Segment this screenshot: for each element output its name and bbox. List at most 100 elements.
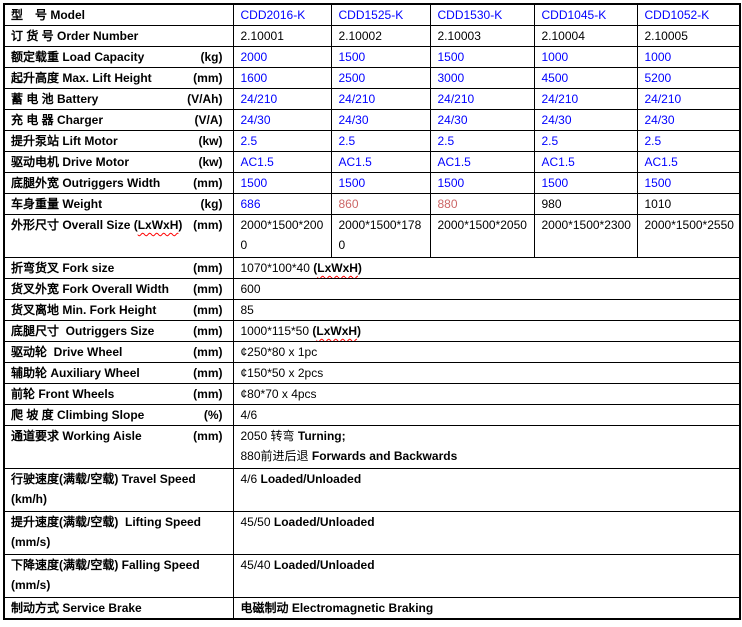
row-label-text: 起升高度 Max. Lift Height [11,68,152,88]
spec-value-cell: 1600 [233,68,331,89]
row-unit: (kw) [199,152,233,172]
row-unit: (kg) [201,194,233,214]
text-segment: CDD1525-K [339,8,404,22]
text-segment: ) [178,218,182,232]
spec-value-cell: 2000*1500*1780 [331,215,430,258]
spec-value-cell: 2.10005 [637,26,740,47]
value-line: 2050 转弯 Turning; [241,426,737,446]
text-segment: 1000*115*50 [241,324,313,338]
text-segment: 880前进后退 [241,449,312,463]
spec-value-cell: ¢80*70 x 4pcs [233,384,740,405]
row-label: 充 电 器 Charger(V/A) [4,110,233,131]
text-segment: 额定载重 Load Capacity [11,50,144,64]
row-label-text: 货叉离地 Min. Fork Height [11,300,156,320]
text-segment: 2000*1500*2000 [241,218,324,252]
spec-value-cell: 2.5 [233,131,331,152]
table-row: 车身重量 Weight(kg)6868608809801010 [4,194,740,215]
spellcheck-flagged-text: LxWxH [138,218,179,232]
text-segment: ¢150*50 x 2pcs [241,366,324,380]
text-segment: 1500 [438,176,465,190]
table-row: 外形尺寸 Overall Size (LxWxH)(mm)2000*1500*2… [4,215,740,258]
spec-value-cell: ¢250*80 x 1pc [233,342,740,363]
text-segment: 45/50 [241,515,274,529]
spec-value-cell: CDD1052-K [637,4,740,26]
spec-table-body: 型 号 ModelCDD2016-KCDD1525-KCDD1530-KCDD1… [4,4,740,619]
text-segment: 2.10001 [241,29,284,43]
spec-value-cell: 85 [233,300,740,321]
row-label-line: 订 货 号 Order Number [11,26,233,46]
spec-value-cell: 电磁制动 Electromagnetic Braking [233,598,740,620]
spec-value-cell: AC1.5 [331,152,430,173]
table-row: 折弯货叉 Fork size(mm)1070*100*40 (LxWxH) [4,258,740,279]
text-segment: 24/30 [241,113,271,127]
row-label: 通道要求 Working Aisle(mm) [4,426,233,469]
row-label-text: 货叉外宽 Fork Overall Width [11,279,169,299]
row-label-text: 驱动电机 Drive Motor [11,152,129,172]
text-segment: 1500 [339,50,366,64]
text-segment: 起升高度 Max. Lift Height [11,71,152,85]
row-unit: (mm) [193,68,232,88]
text-segment: 600 [241,282,261,296]
text-segment: 驱动轮 Drive Wheel [11,345,122,359]
text-segment: AC1.5 [542,155,575,169]
table-row: 额定载重 Load Capacity(kg) 2000 1500 1500 100010… [4,47,740,68]
spec-value-cell: 4/6 Loaded/Unloaded [233,469,740,512]
spec-value-cell: 2.10002 [331,26,430,47]
row-label: 驱动轮 Drive Wheel (mm) [4,342,233,363]
spec-value-cell: 1000 [637,47,740,68]
spec-value-cell: 2.5 [430,131,534,152]
row-label: 前轮 Front Wheels(mm) [4,384,233,405]
spec-value-cell: 1000 [534,47,637,68]
text-segment: 2.5 [438,134,455,148]
row-label-line: 行驶速度(满载/空载) Travel Speed [11,469,233,489]
table-row: 驱动轮 Drive Wheel (mm)¢250*80 x 1pc [4,342,740,363]
row-label-line: 型 号 Model [11,5,233,25]
value-line: 4/6 Loaded/Unloaded [241,469,737,489]
row-label: 货叉外宽 Fork Overall Width(mm) [4,279,233,300]
text-segment: Turning; [298,429,346,443]
spec-value-cell: 24/210 [233,89,331,110]
text-segment: 3000 [438,71,465,85]
row-label-text: 驱动轮 Drive Wheel [11,342,122,362]
table-row: 起升高度 Max. Lift Height(mm)160025003000450… [4,68,740,89]
text-segment: CDD2016-K [241,8,306,22]
text-segment: 2000 [241,50,268,64]
text-segment: 4500 [542,71,569,85]
row-label-text: 折弯货叉 Fork size [11,258,114,278]
row-unit: (mm/s) [11,532,233,552]
row-unit: (mm) [193,342,232,362]
text-segment: 前轮 Front Wheels [11,387,114,401]
value-line: 1070*100*40 (LxWxH) [241,258,737,278]
row-label: 额定载重 Load Capacity(kg) [4,47,233,68]
spellcheck-flagged-text: LxWxH [316,324,357,338]
row-label-line: 底腿尺寸 Outriggers Size(mm) [11,321,233,341]
row-label: 蓄 电 池 Battery(V/Ah) [4,89,233,110]
row-label: 提升速度(满载/空载) Lifting Speed(mm/s) [4,512,233,555]
spec-value-cell: 5200 [637,68,740,89]
row-label: 下降速度(满载/空载) Falling Speed(mm/s) [4,555,233,598]
spec-value-cell: 2.10004 [534,26,637,47]
text-segment: 2.5 [645,134,662,148]
spec-value-cell: 1000*115*50 (LxWxH) [233,321,740,342]
value-line: 45/40 Loaded/Unloaded [241,555,737,575]
text-segment: 提升泵站 Lift Motor [11,134,118,148]
table-row: 下降速度(满载/空载) Falling Speed(mm/s) 45/40 Loa… [4,555,740,598]
row-label: 行驶速度(满载/空载) Travel Speed(km/h) [4,469,233,512]
text-segment: ¢80*70 x 4pcs [241,387,317,401]
text-segment: 充 电 器 Charger [11,113,103,127]
text-segment: 1500 [438,50,465,64]
text-segment: 24/210 [645,92,682,106]
row-label-line: 起升高度 Max. Lift Height (mm) [11,68,233,88]
table-row: 行驶速度(满载/空载) Travel Speed(km/h) 4/6 Loaded… [4,469,740,512]
text-segment: 2000*1500*2550 [645,218,734,232]
table-row: 货叉外宽 Fork Overall Width(mm) 600 [4,279,740,300]
text-segment: 1500 [542,176,569,190]
text-segment: CDD1045-K [542,8,607,22]
row-label-text: 型 号 Model [11,5,85,25]
text-segment: Loaded/Unloaded [261,472,362,486]
spec-value-cell: 24/30 [233,110,331,131]
spec-value-cell: ¢150*50 x 2pcs [233,363,740,384]
row-unit: (mm) [193,173,232,193]
text-segment: AC1.5 [339,155,372,169]
row-label-line: 额定载重 Load Capacity(kg) [11,47,233,67]
